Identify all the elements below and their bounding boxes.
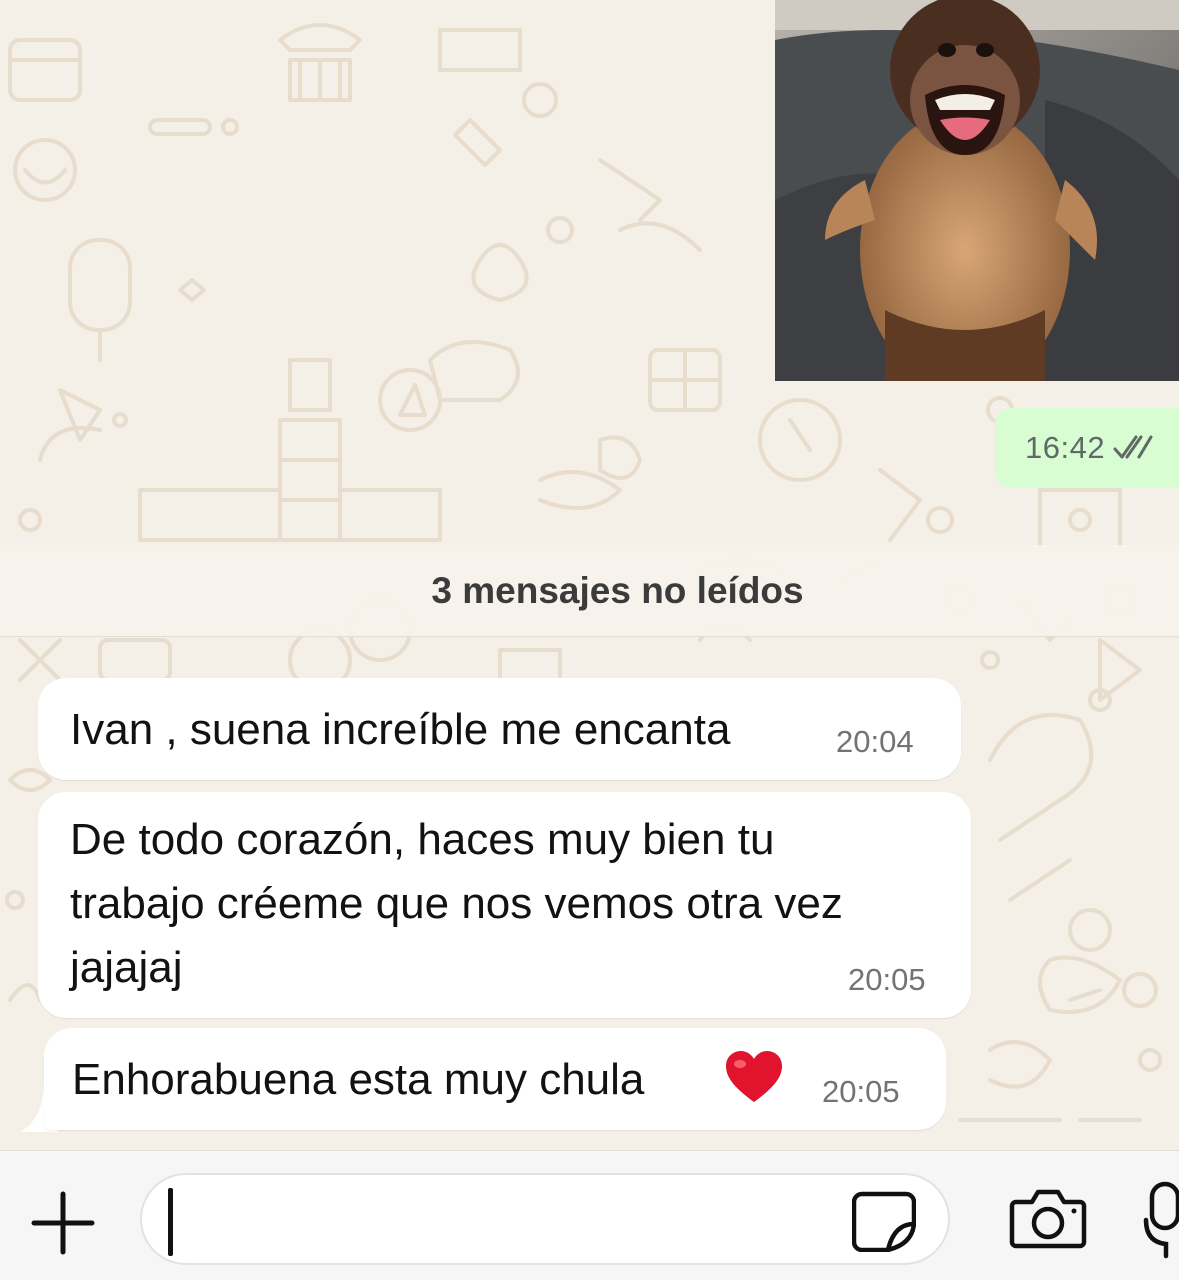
red-heart-icon — [726, 1051, 782, 1102]
message-time: 16:42 — [1025, 430, 1106, 465]
unread-count-text: 3 mensajes no leídos — [431, 569, 804, 611]
monkey-photo-image — [775, 0, 1179, 381]
message-input[interactable] — [140, 1173, 950, 1265]
text-cursor — [168, 1188, 173, 1256]
outgoing-status-bubble[interactable]: 16:42 — [995, 408, 1179, 488]
message-text-line: jajajaj — [70, 943, 183, 992]
message-time: 20:05 — [848, 962, 926, 997]
shared-photo[interactable] — [775, 0, 1179, 381]
message-text: Ivan , suena increíble me encanta — [70, 705, 731, 754]
message-time: 20:05 — [822, 1074, 900, 1109]
camera-icon[interactable] — [1008, 1186, 1088, 1250]
unread-messages-banner: 3 mensajes no leídos — [0, 545, 1179, 637]
message-text: Enhorabuena esta muy chula — [72, 1055, 645, 1104]
message-text-line: De todo corazón, haces muy bien tu — [70, 815, 775, 864]
plus-icon[interactable] — [28, 1188, 98, 1258]
incoming-message[interactable]: Ivan , suena increíble me encanta 20:04 — [38, 678, 961, 780]
message-time: 20:04 — [836, 724, 914, 759]
sticker-icon[interactable] — [852, 1188, 916, 1252]
microphone-icon[interactable] — [1142, 1180, 1179, 1260]
incoming-message[interactable]: Enhorabuena esta muy chula 20:05 — [44, 1028, 946, 1130]
message-text-line: trabajo créeme que nos vemos otra vez — [70, 879, 843, 928]
incoming-message[interactable]: De todo corazón, haces muy bien tu traba… — [38, 792, 971, 1018]
double-check-icon — [1113, 435, 1153, 459]
